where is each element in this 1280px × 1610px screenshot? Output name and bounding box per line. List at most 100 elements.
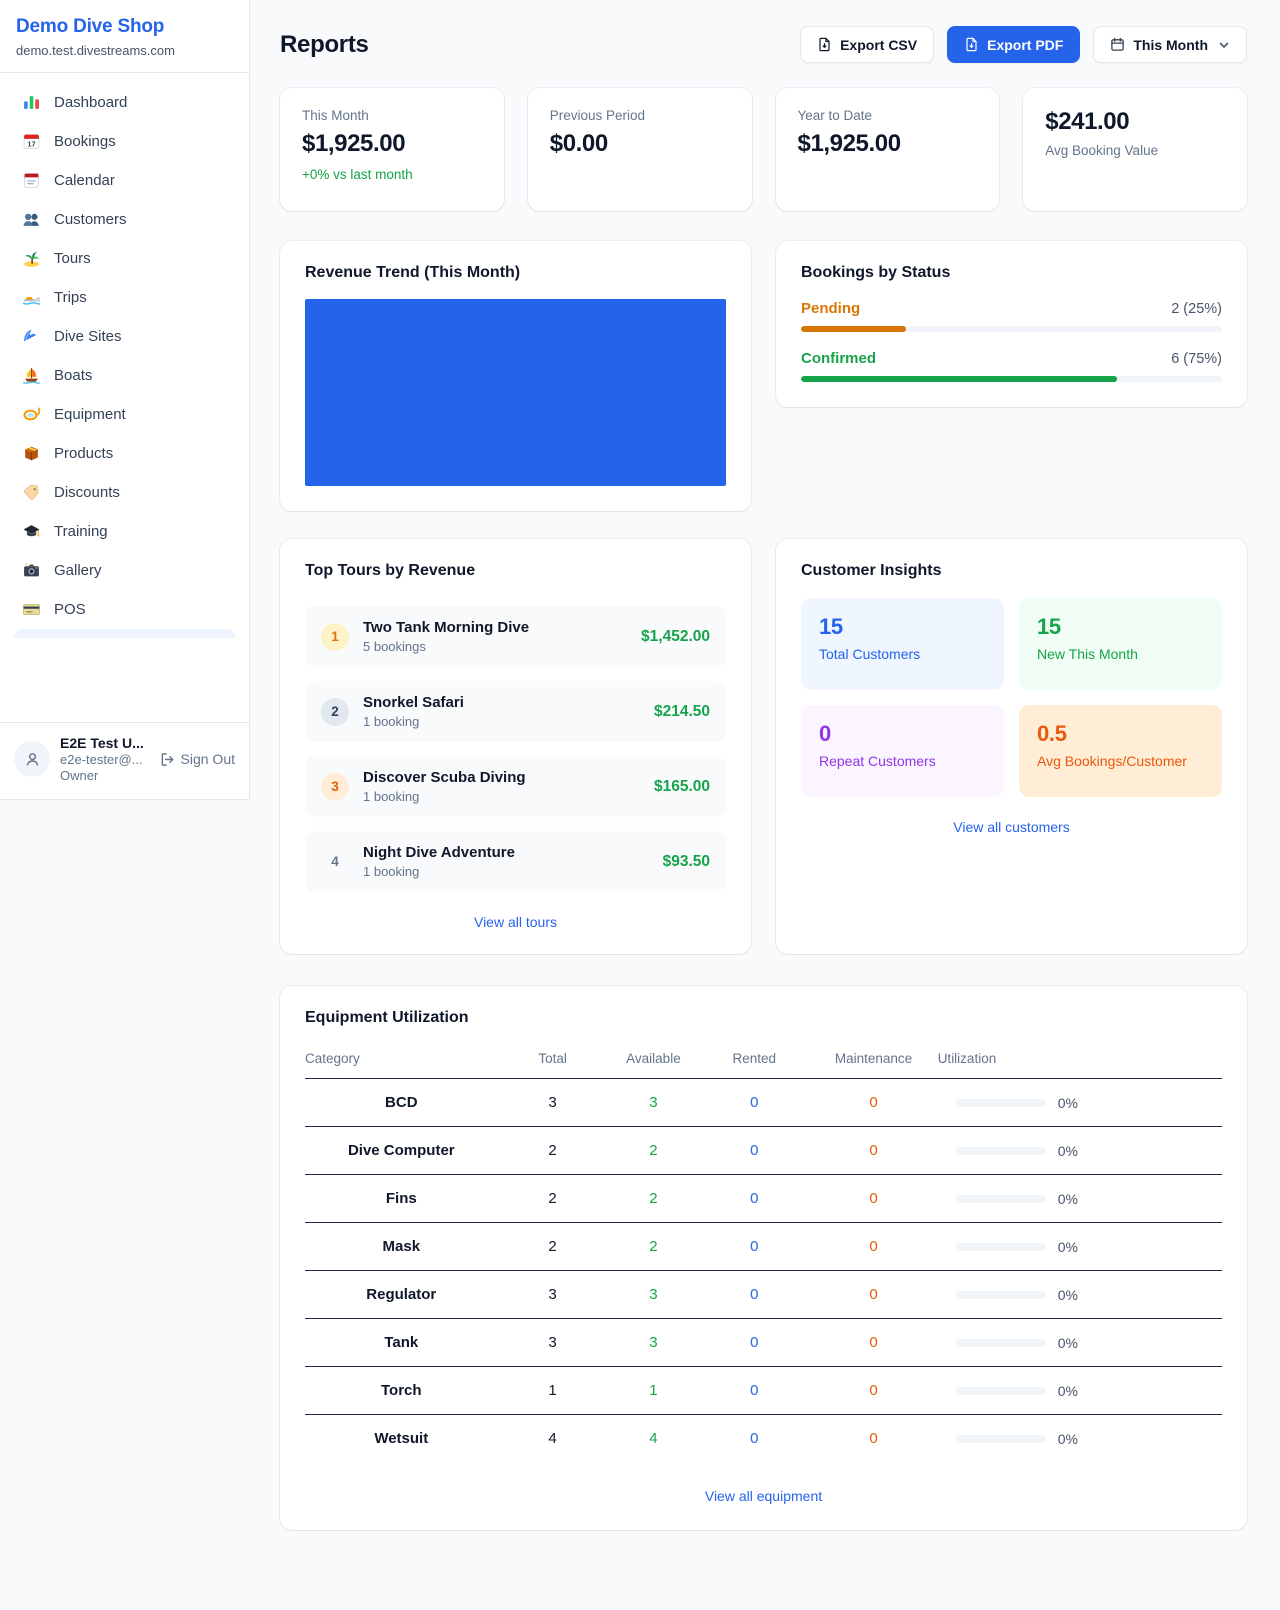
sidebar-item-gallery[interactable]: Gallery (8, 551, 241, 590)
sidebar-item-bookings[interactable]: 17 Bookings (8, 122, 241, 161)
tour-amount: $1,452.00 (641, 628, 710, 646)
stat-value: $1,925.00 (302, 130, 482, 158)
column-header: Maintenance (809, 1041, 937, 1079)
column-header: Utilization (938, 1041, 1222, 1079)
equipment-maintenance: 0 (809, 1415, 937, 1463)
rank-badge: 1 (321, 623, 349, 651)
period-dropdown[interactable]: This Month (1093, 26, 1247, 63)
tour-row[interactable]: 4 Night Dive Adventure 1 booking $93.50 (305, 831, 726, 892)
sidebar-item-customers[interactable]: Customers (8, 200, 241, 239)
view-all-equipment-link[interactable]: View all equipment (305, 1488, 1222, 1504)
person-icon (23, 750, 42, 769)
stat-label: Avg Booking Value (1045, 143, 1225, 158)
table-row: Tank 3 3 0 0 0% (305, 1319, 1222, 1367)
stat-value: $0.00 (550, 130, 730, 158)
utilization-percent: 0% (1058, 1095, 1078, 1111)
utilization-percent: 0% (1058, 1191, 1078, 1207)
equipment-available: 2 (608, 1175, 700, 1223)
page-title: Reports (280, 31, 369, 59)
rank-badge: 2 (321, 698, 349, 726)
equipment-available: 3 (608, 1079, 700, 1127)
tour-bookings: 1 booking (363, 789, 640, 804)
insight-tile-repeat-customers: 0 Repeat Customers (801, 705, 1004, 797)
column-header: Available (608, 1041, 700, 1079)
equipment-total: 4 (498, 1415, 608, 1463)
sidebar-item-dive-sites[interactable]: Dive Sites (8, 317, 241, 356)
equipment-table-body: BCD 3 3 0 0 0% Dive Computer 2 2 0 0 0% … (305, 1079, 1222, 1463)
equipment-available: 2 (608, 1127, 700, 1175)
utilization-bar-track (956, 1195, 1046, 1203)
tour-row[interactable]: 1 Two Tank Morning Dive 5 bookings $1,45… (305, 606, 726, 667)
tour-name: Two Tank Morning Dive (363, 619, 627, 636)
sidebar-item-trips[interactable]: Trips (8, 278, 241, 317)
sidebar-item-equipment[interactable]: Equipment (8, 395, 241, 434)
export-csv-label: Export CSV (840, 37, 917, 53)
table-row: Regulator 3 3 0 0 0% (305, 1271, 1222, 1319)
equipment-total: 2 (498, 1127, 608, 1175)
chevron-down-icon (1218, 39, 1230, 51)
stat-card-this-month: This Month $1,925.00 +0% vs last month (280, 88, 504, 211)
equipment-table: Category Total Available Rented Maintena… (305, 1041, 1222, 1462)
equipment-available: 2 (608, 1223, 700, 1271)
equipment-maintenance: 0 (809, 1175, 937, 1223)
tour-row[interactable]: 2 Snorkel Safari 1 booking $214.50 (305, 681, 726, 742)
insight-label: Repeat Customers (819, 753, 986, 769)
insight-value: 0 (819, 721, 986, 747)
brand-name[interactable]: Demo Dive Shop (16, 16, 233, 38)
sidebar-item-tours[interactable]: Tours (8, 239, 241, 278)
sidebar-item-calendar[interactable]: Calendar (8, 161, 241, 200)
view-all-customers-link[interactable]: View all customers (801, 819, 1222, 835)
boats-icon (22, 366, 41, 385)
bookings-by-status-title: Bookings by Status (801, 264, 1222, 282)
export-pdf-button[interactable]: Export PDF (947, 26, 1080, 63)
sign-out-button[interactable]: Sign Out (160, 751, 235, 767)
calendar-icon (1110, 37, 1125, 52)
equipment-utilization: 0% (938, 1223, 1222, 1271)
equipment-rented: 0 (699, 1127, 809, 1175)
insight-tile-new-this-month: 15 New This Month (1019, 598, 1222, 690)
sidebar-item-reports-partial[interactable] (14, 629, 235, 638)
customer-insights-title: Customer Insights (801, 562, 1222, 580)
sidebar-item-dashboard[interactable]: Dashboard (8, 83, 241, 122)
customer-insights-card: Customer Insights 15 Total Customers 15 … (776, 539, 1247, 954)
table-row: Wetsuit 4 4 0 0 0% (305, 1415, 1222, 1463)
view-all-tours-link[interactable]: View all tours (305, 914, 726, 930)
status-count: 6 (75%) (1171, 351, 1222, 367)
tour-amount: $165.00 (654, 778, 710, 796)
sidebar-item-boats[interactable]: Boats (8, 356, 241, 395)
sidebar-item-training[interactable]: Training (8, 512, 241, 551)
dive-sites-icon (22, 327, 41, 346)
utilization-percent: 0% (1058, 1335, 1078, 1351)
insight-value: 15 (1037, 614, 1204, 640)
equipment-utilization: 0% (938, 1367, 1222, 1415)
status-bar-track (801, 326, 1222, 332)
utilization-percent: 0% (1058, 1143, 1078, 1159)
insights-row: Top Tours by Revenue 1 Two Tank Morning … (280, 539, 1247, 954)
equipment-maintenance: 0 (809, 1127, 937, 1175)
stat-card-avg-booking-value: $241.00 Avg Booking Value (1023, 88, 1247, 211)
stat-label: This Month (302, 108, 482, 123)
sidebar-item-label: Bookings (54, 133, 116, 150)
sidebar-item-products[interactable]: Products (8, 434, 241, 473)
user-name: E2E Test U... (60, 735, 144, 751)
sidebar-item-pos[interactable]: POS (8, 590, 241, 629)
equipment-maintenance: 0 (809, 1271, 937, 1319)
equipment-maintenance: 0 (809, 1367, 937, 1415)
tour-row[interactable]: 3 Discover Scuba Diving 1 booking $165.0… (305, 756, 726, 817)
insight-label: Total Customers (819, 646, 986, 662)
equipment-utilization: 0% (938, 1415, 1222, 1463)
user-section: E2E Test U... e2e-tester@... Owner Sign … (0, 722, 249, 799)
tour-bookings: 1 booking (363, 864, 649, 879)
status-label: Confirmed (801, 350, 876, 367)
utilization-percent: 0% (1058, 1287, 1078, 1303)
tour-name: Night Dive Adventure (363, 844, 649, 861)
sidebar-nav: Dashboard 17 Bookings Calendar Customers… (0, 73, 249, 722)
export-csv-button[interactable]: Export CSV (800, 26, 934, 63)
equipment-icon (22, 405, 41, 424)
sidebar-item-discounts[interactable]: Discounts (8, 473, 241, 512)
utilization-bar-track (956, 1291, 1046, 1299)
sign-out-icon (160, 752, 175, 767)
sidebar-item-label: Dive Sites (54, 328, 122, 345)
equipment-utilization: 0% (938, 1271, 1222, 1319)
stat-card-year-to-date: Year to Date $1,925.00 (776, 88, 1000, 211)
